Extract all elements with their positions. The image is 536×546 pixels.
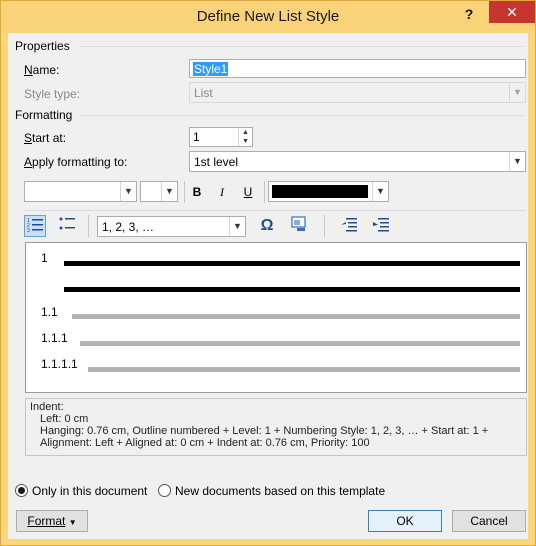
preview-level-1-number: 1 [41,251,48,265]
toolbar-divider [24,210,526,211]
svg-text:3: 3 [27,228,30,234]
decrease-indent-icon [341,218,357,232]
preview-level-2-line [72,314,520,319]
formatting-section-label: Formatting [15,108,73,122]
preview-level-4-line [88,367,520,372]
toolbar-separator [88,215,89,237]
close-button[interactable]: ✕ [489,1,535,23]
properties-divider [80,46,524,47]
start-at-field[interactable]: 1 ▲ ▼ [189,127,253,147]
start-at-label: Start at: [24,131,67,145]
formatting-divider [80,115,524,116]
new-documents-template-radio[interactable] [158,484,171,497]
description-line: Indent: [30,401,64,413]
radio-selected-dot [18,487,25,494]
cancel-button[interactable]: Cancel [452,510,526,532]
increase-indent-icon [373,218,389,232]
insert-symbol-button[interactable]: Ω [256,215,278,237]
preview-level-3-line [80,341,520,346]
bulleted-list-button[interactable] [56,215,78,237]
increase-indent-button[interactable] [370,215,392,237]
start-at-spinner[interactable]: ▲ ▼ [238,128,252,146]
numbering-style-select[interactable]: 1, 2, 3, … ▼ [97,216,246,237]
picture-bullet-icon [291,216,306,231]
description-line: Hanging: 0.76 cm, Outline numbered + Lev… [40,425,489,437]
apply-formatting-select[interactable]: 1st level ▼ [189,151,526,172]
chevron-down-icon[interactable]: ▼ [509,152,525,171]
properties-section-label: Properties [15,39,70,53]
toolbar-separator [184,181,185,203]
chevron-down-icon[interactable]: ▼ [229,217,245,236]
preview-level-4-number: 1.1.1.1 [41,357,78,371]
dialog-title: Define New List Style [196,8,340,25]
style-type-label: Style type: [24,87,81,101]
style-type-select: List ▼ [189,82,526,103]
ok-button[interactable]: OK [368,510,442,532]
decrease-indent-button[interactable] [338,215,360,237]
chevron-down-icon[interactable]: ▼ [120,182,136,201]
apply-formatting-label: Apply formatting to: [24,155,128,169]
preview-level-2-number: 1.1 [41,305,58,319]
toolbar-separator [264,181,265,203]
font-size-select[interactable]: ▼ [140,181,178,202]
name-value: Style1 [193,62,229,76]
dropdown-arrow-icon: ▼ [68,518,77,527]
description-line: Left: 0 cm [40,413,89,425]
apply-formatting-value: 1st level [194,155,239,169]
bold-button[interactable]: B [186,181,208,203]
preview-level-1-line [64,287,520,292]
name-label: Name: [24,63,60,77]
bulleted-list-icon [59,217,75,230]
chevron-down-icon[interactable]: ▼ [161,182,177,201]
chevron-down-icon: ▼ [509,83,525,102]
style-type-value: List [194,86,213,100]
only-this-document-label[interactable]: Only in this document [32,484,147,498]
format-button-label: Format [27,514,66,528]
numbered-list-icon: 1 2 3 [27,218,43,234]
title-bar[interactable]: Define New List Style ? ✕ [1,1,535,33]
description-line: Alignment: Left + Aligned at: 0 cm + Ind… [40,437,370,449]
numbering-style-value: 1, 2, 3, … [102,220,155,234]
help-button[interactable]: ? [456,3,482,25]
style-description: Indent: Left: 0 cm Hanging: 0.76 cm, Out… [25,398,527,456]
spin-down-icon[interactable]: ▼ [239,137,252,146]
preview-level-1-line [64,261,520,266]
font-color-swatch [272,185,368,198]
list-preview: 1 1.1 1.1.1 1.1.1.1 [25,242,527,393]
chevron-down-icon[interactable]: ▼ [372,182,388,201]
insert-picture-button[interactable] [288,215,310,237]
dialog-body: Properties Name: Style1 Style type: List… [8,33,528,539]
numbered-list-button[interactable]: 1 2 3 [24,215,46,237]
font-color-select[interactable]: ▼ [268,181,389,202]
spin-up-icon[interactable]: ▲ [239,128,252,137]
new-documents-template-label[interactable]: New documents based on this template [175,484,385,498]
name-field[interactable]: Style1 [189,59,526,78]
preview-level-3-number: 1.1.1 [41,331,68,345]
toolbar-separator [324,215,325,237]
font-name-select[interactable]: ▼ [24,181,137,202]
only-this-document-radio[interactable] [15,484,28,497]
start-at-value: 1 [193,130,200,144]
dialog-window: Define New List Style ? ✕ Properties Nam… [0,0,536,546]
italic-button[interactable]: I [211,181,233,203]
format-button[interactable]: Format ▼ [16,510,88,532]
underline-button[interactable]: U [237,181,259,203]
